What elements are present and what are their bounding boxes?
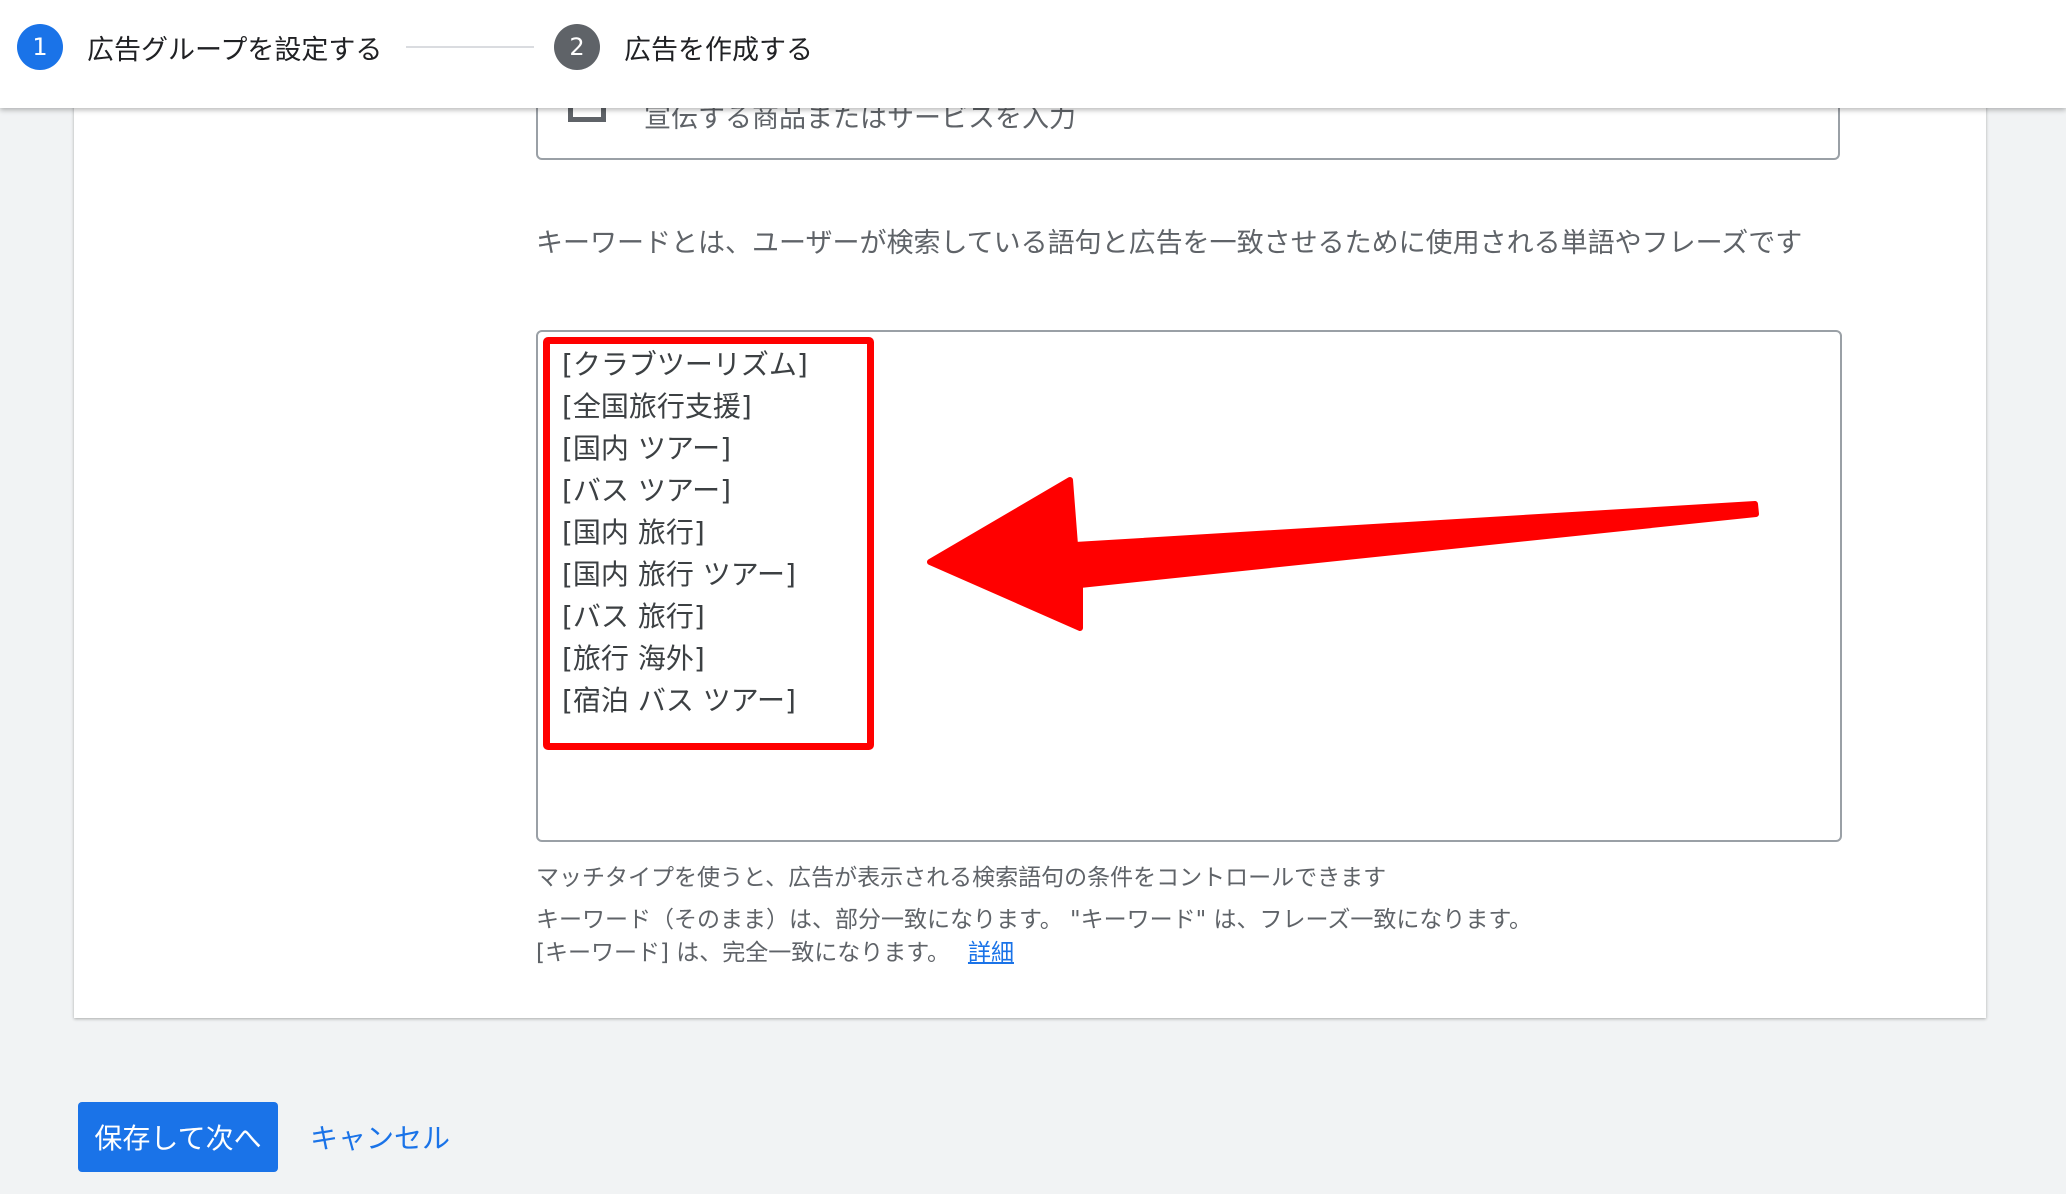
step-2-label: 広告を作成する: [624, 34, 813, 66]
keyword-help-text: キーワードとは、ユーザーが検索している語句と広告を一致させるために使用される単語…: [536, 228, 1803, 259]
annotation-highlight-box: [543, 337, 874, 750]
step-2-number: 2: [554, 24, 600, 70]
match-type-hint: マッチタイプを使うと、広告が表示される検索語句の条件をコントロールできます: [536, 865, 1387, 891]
cancel-button[interactable]: キャンセル: [310, 1102, 450, 1172]
match-type-description: キーワード（そのまま）は、部分一致になります。 "キーワード" は、フレーズ一致…: [536, 904, 1532, 970]
step-1-label: 広告グループを設定する: [87, 34, 383, 66]
match-desc-line-2: [キーワード] は、完全一致になります。 詳細: [536, 937, 1532, 970]
step-1-number: 1: [17, 24, 63, 70]
step-2[interactable]: 2 広告を作成する: [554, 24, 813, 70]
annotation-arrow-icon: [927, 477, 1759, 631]
match-desc-line-1: キーワード（そのまま）は、部分一致になります。 "キーワード" は、フレーズ一致…: [536, 907, 1533, 933]
arrow-shape: [927, 477, 1759, 631]
save-and-next-button[interactable]: 保存して次へ: [78, 1102, 278, 1172]
match-desc-line-2-text: [キーワード] は、完全一致になります。: [536, 940, 950, 966]
stepper-header: 1 広告グループを設定する 2 広告を作成する: [0, 0, 2066, 108]
detail-link[interactable]: 詳細: [968, 940, 1014, 966]
step-1[interactable]: 1 広告グループを設定する: [17, 24, 382, 70]
step-connector: [406, 46, 534, 48]
